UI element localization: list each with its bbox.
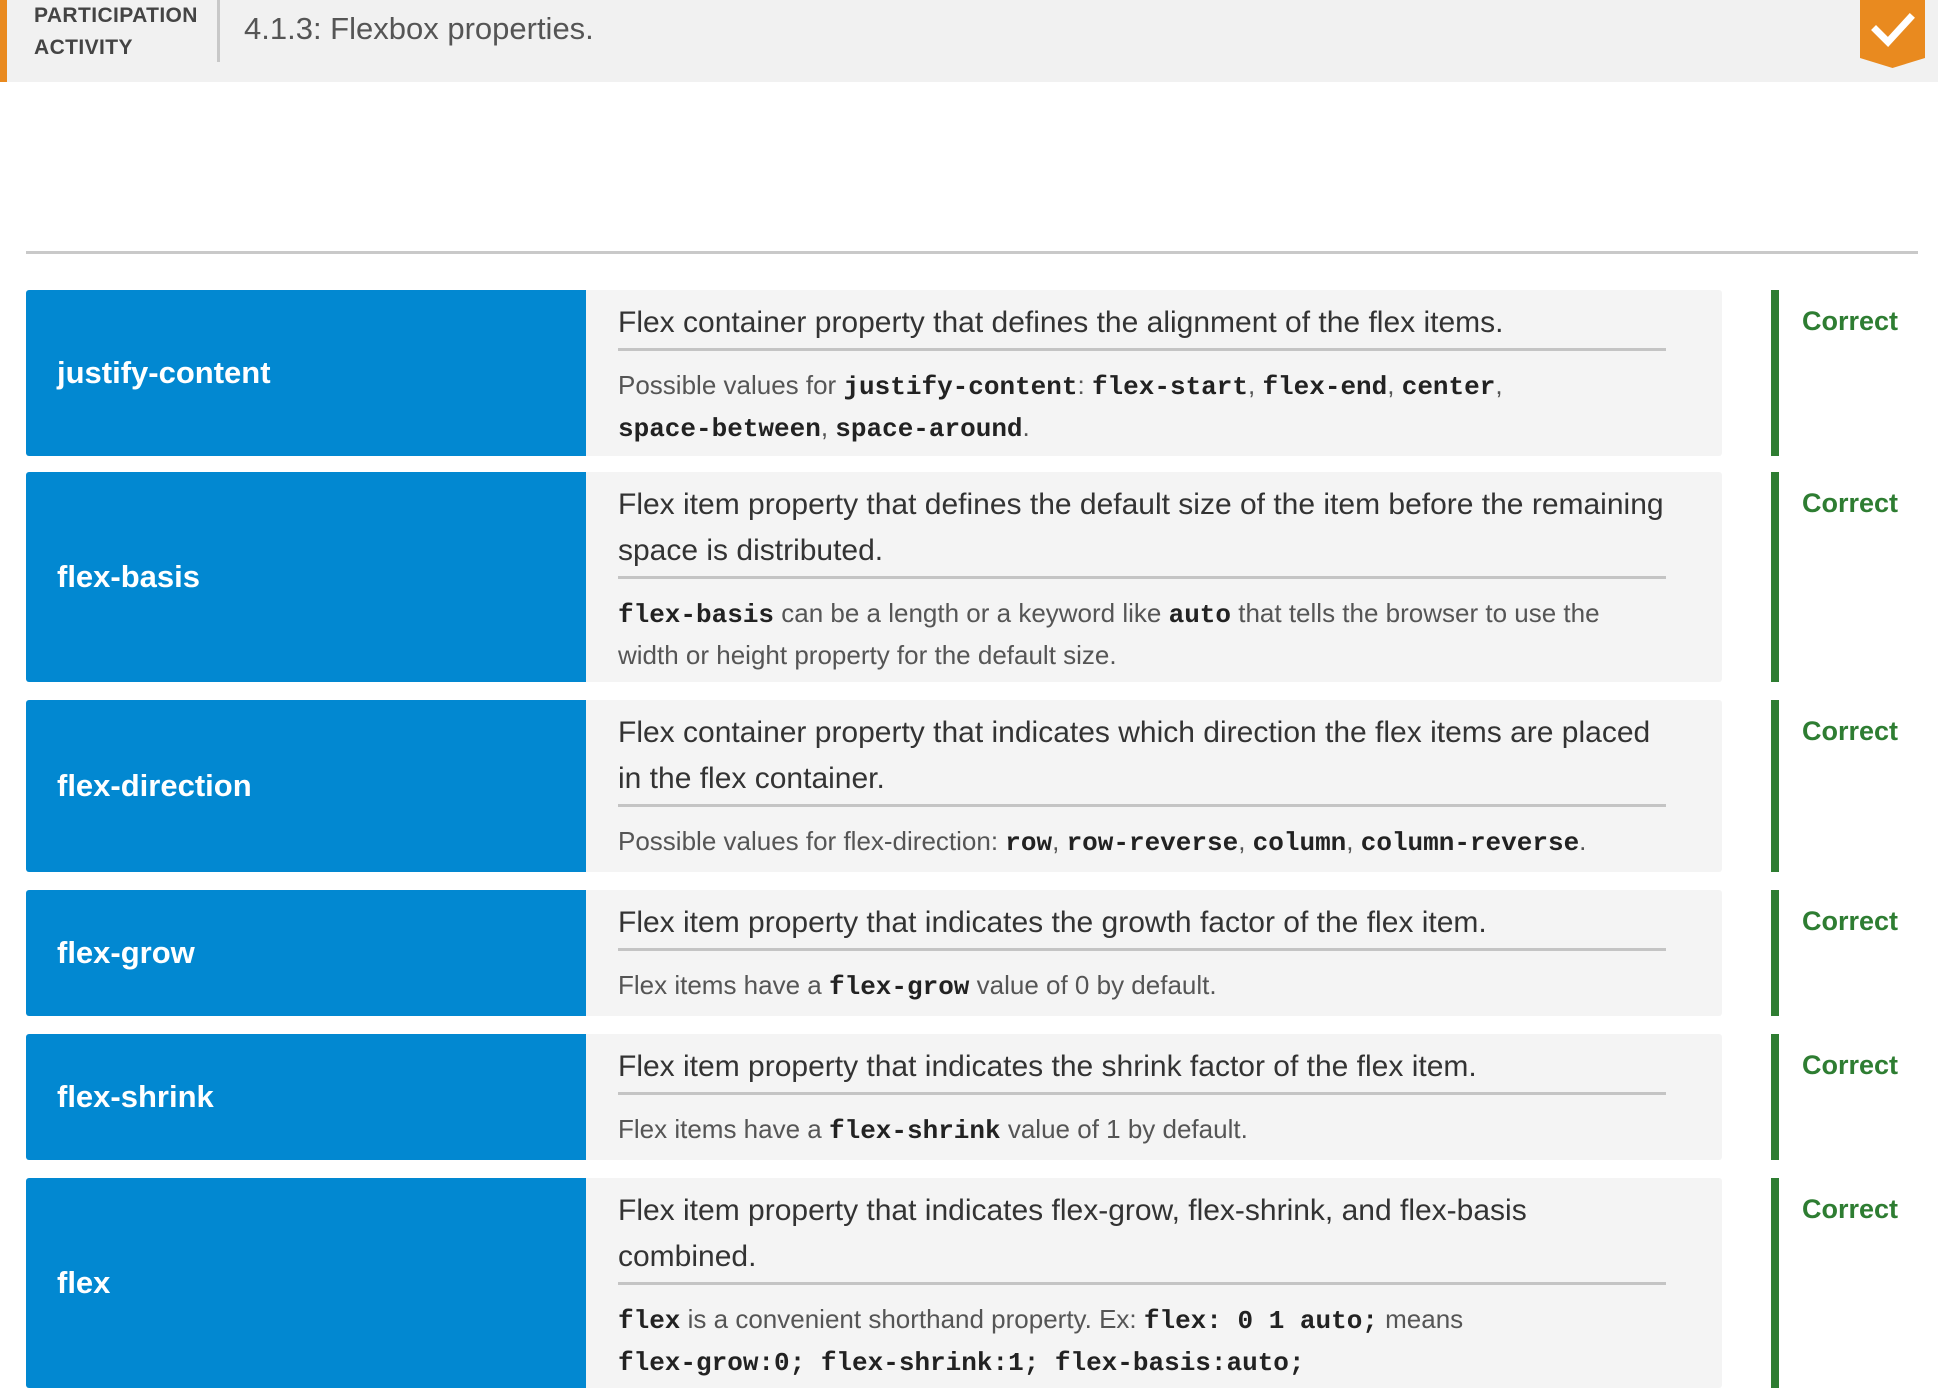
note-text: , bbox=[1247, 370, 1263, 400]
term-tile-flex-grow[interactable]: flex-grow bbox=[26, 890, 586, 1016]
note-text: Possible values for flex-direction: bbox=[618, 826, 1006, 856]
note-text: value of 0 by default. bbox=[969, 970, 1217, 1000]
note-code: space-between bbox=[618, 414, 821, 444]
note-text: : bbox=[1077, 370, 1092, 400]
definition-text: Flex item property that defines the defa… bbox=[618, 482, 1666, 579]
definition-text: Flex item property that indicates the sh… bbox=[618, 1044, 1666, 1095]
note-code: column bbox=[1252, 828, 1347, 858]
note-code: row-reverse bbox=[1066, 828, 1239, 858]
note-code: justify-content bbox=[843, 372, 1078, 402]
note-text: . bbox=[1579, 826, 1587, 856]
note-code: row bbox=[1005, 828, 1053, 858]
note-text: , bbox=[820, 412, 836, 442]
definition-note: Flex items have a flex-shrink value of 1… bbox=[618, 1109, 1666, 1151]
note-code: flex-grow:0; flex-shrink:1; flex-basis:a… bbox=[618, 1348, 1305, 1378]
result-status: Correct bbox=[1802, 488, 1899, 518]
activity-type-label: PARTICIPATION ACTIVITY bbox=[34, 0, 198, 64]
note-text: , bbox=[1238, 826, 1253, 856]
result-status: Correct bbox=[1802, 716, 1899, 746]
note-code: flex-start bbox=[1091, 372, 1248, 402]
definition-box: Flex container property that defines the… bbox=[586, 290, 1722, 456]
correct-indicator-bar bbox=[1771, 1034, 1779, 1160]
note-code: flex-end bbox=[1262, 372, 1388, 402]
definition-box: Flex item property that indicates flex-g… bbox=[586, 1178, 1722, 1388]
correct-indicator-bar bbox=[1771, 890, 1779, 1016]
note-code: auto bbox=[1168, 600, 1232, 630]
note-text: , bbox=[1495, 370, 1503, 400]
activity-separator bbox=[26, 251, 1918, 254]
activity-type-line1: PARTICIPATION bbox=[34, 4, 198, 27]
matching-row: flex Flex item property that indicates f… bbox=[26, 1178, 1722, 1388]
note-code: flex-shrink bbox=[828, 1116, 1001, 1146]
note-text: is a convenient shorthand property. Ex: bbox=[680, 1304, 1144, 1334]
term-tile-flex-direction[interactable]: flex-direction bbox=[26, 700, 586, 872]
result-status: Correct bbox=[1802, 306, 1899, 336]
note-text: Flex items have a bbox=[618, 970, 829, 1000]
definition-text: Flex container property that indicates w… bbox=[618, 710, 1666, 807]
correct-indicator-bar bbox=[1771, 290, 1779, 456]
definition-text: Flex item property that indicates the gr… bbox=[618, 900, 1666, 951]
term-tile-justify-content[interactable]: justify-content bbox=[26, 290, 586, 456]
activity-type-line2: ACTIVITY bbox=[34, 36, 133, 59]
definition-box: Flex item property that indicates the gr… bbox=[586, 890, 1722, 1016]
definition-text: Flex item property that indicates flex-g… bbox=[618, 1188, 1666, 1285]
term-tile-flex-shrink[interactable]: flex-shrink bbox=[26, 1034, 586, 1160]
result-status: Correct bbox=[1802, 906, 1899, 936]
note-text: , bbox=[1052, 826, 1067, 856]
definition-note: Possible values for flex-direction: row,… bbox=[618, 821, 1666, 863]
correct-indicator-bar bbox=[1771, 1178, 1779, 1388]
note-code: flex: 0 1 auto; bbox=[1143, 1306, 1378, 1336]
result-status: Correct bbox=[1802, 1194, 1899, 1224]
matching-row: flex-grow Flex item property that indica… bbox=[26, 890, 1722, 1016]
note-text: can be a length or a keyword like bbox=[774, 598, 1169, 628]
matching-row: flex-direction Flex container property t… bbox=[26, 700, 1722, 872]
definition-note: flex-basis can be a length or a keyword … bbox=[618, 593, 1666, 675]
definition-box: Flex item property that defines the defa… bbox=[586, 472, 1722, 682]
note-code: space-around bbox=[835, 414, 1023, 444]
header-divider bbox=[217, 0, 220, 62]
matching-row: flex-shrink Flex item property that indi… bbox=[26, 1034, 1722, 1160]
completion-check-icon bbox=[1860, 0, 1925, 68]
term-tile-flex[interactable]: flex bbox=[26, 1178, 586, 1388]
correct-indicator-bar bbox=[1771, 700, 1779, 872]
note-text: . bbox=[1022, 412, 1030, 442]
note-text: , bbox=[1387, 370, 1402, 400]
definition-note: Flex items have a flex-grow value of 0 b… bbox=[618, 965, 1666, 1007]
activity-title: 4.1.3: Flexbox properties. bbox=[244, 11, 594, 46]
definition-text: Flex container property that defines the… bbox=[618, 300, 1666, 351]
note-code: flex-grow bbox=[828, 972, 970, 1002]
note-code: center bbox=[1401, 372, 1496, 402]
matching-row: justify-content Flex container property … bbox=[26, 290, 1722, 456]
note-code: flex bbox=[618, 1306, 681, 1336]
note-text: means bbox=[1377, 1304, 1464, 1334]
note-text: Flex items have a bbox=[618, 1114, 829, 1144]
definition-box: Flex item property that indicates the sh… bbox=[586, 1034, 1722, 1160]
note-text: , bbox=[1346, 826, 1361, 856]
term-tile-flex-basis[interactable]: flex-basis bbox=[26, 472, 586, 682]
definition-note: Possible values for justify-content: fle… bbox=[618, 365, 1666, 449]
correct-indicator-bar bbox=[1771, 472, 1779, 682]
activity-header: PARTICIPATION ACTIVITY 4.1.3: Flexbox pr… bbox=[0, 0, 1938, 82]
note-code: flex-basis bbox=[618, 600, 775, 630]
note-text: value of 1 by default. bbox=[1000, 1114, 1248, 1144]
definition-box: Flex container property that indicates w… bbox=[586, 700, 1722, 872]
definition-note: flex is a convenient shorthand property.… bbox=[618, 1299, 1666, 1383]
matching-row: flex-basis Flex item property that defin… bbox=[26, 472, 1722, 682]
note-code: column-reverse bbox=[1360, 828, 1580, 858]
note-text: Possible values for bbox=[618, 370, 844, 400]
result-status: Correct bbox=[1802, 1050, 1899, 1080]
